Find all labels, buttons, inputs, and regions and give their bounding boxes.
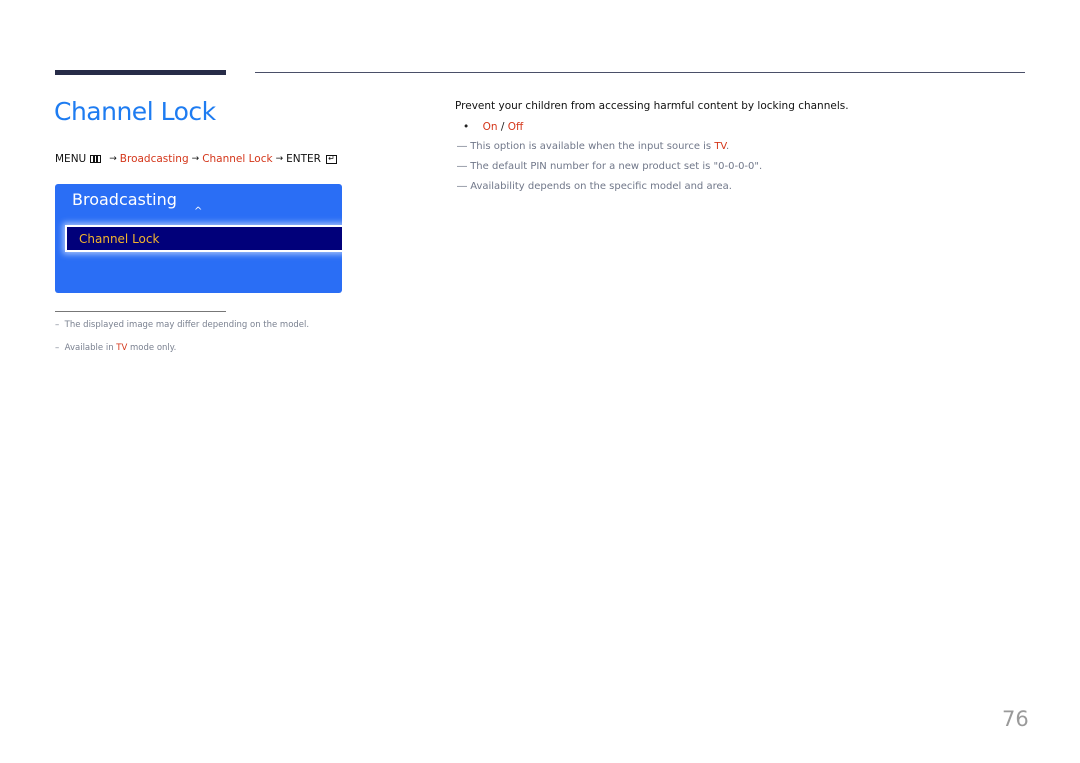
arrow-icon: →: [275, 154, 284, 164]
menu-step-channel-lock: Channel Lock: [202, 153, 273, 165]
osd-title: Broadcasting: [72, 190, 177, 209]
note-text: The default PIN number for a new product…: [470, 161, 763, 172]
footnote-tv-mode: – Available in TV mode only.: [55, 343, 176, 353]
menu-label: MENU: [55, 153, 87, 165]
page-number: 76: [1002, 707, 1029, 731]
menu-icon: [90, 155, 102, 163]
osd-item-label: Channel Lock: [79, 231, 160, 246]
chevron-up-icon[interactable]: ^: [194, 206, 202, 217]
page-title: Channel Lock: [54, 97, 216, 126]
footnote-text: The displayed image may differ depending…: [64, 320, 310, 330]
footnote-divider: [55, 311, 226, 312]
dash-icon: ―: [457, 161, 467, 172]
dash-icon: –: [55, 343, 60, 353]
footnote-text: Available in: [64, 343, 117, 353]
option-off: Off: [507, 121, 524, 133]
note-availability: ― Availability depends on the specific m…: [457, 181, 732, 192]
note-text: This option is available when the input …: [470, 141, 715, 152]
enter-label: ENTER: [286, 153, 321, 165]
menu-step-broadcasting: Broadcasting: [119, 153, 189, 165]
enter-icon: ↵: [325, 154, 337, 164]
dash-icon: ―: [457, 181, 467, 192]
note-default-pin: ― The default PIN number for a new produ…: [457, 161, 762, 172]
note-highlight: TV: [714, 141, 726, 152]
osd-item-channel-lock[interactable]: Channel Lock: [65, 225, 344, 252]
footnote-image-differs: – The displayed image may differ dependi…: [55, 320, 309, 330]
dash-icon: ―: [457, 141, 467, 152]
menu-path: MENU → Broadcasting → Channel Lock → ENT…: [55, 153, 337, 165]
arrow-icon: →: [191, 154, 200, 164]
footnote-text: mode only.: [127, 343, 177, 353]
bullet-icon: •: [463, 121, 470, 133]
option-list-item: • On / Off: [463, 121, 523, 133]
header-rule-thick: [55, 70, 226, 75]
note-text: .: [726, 141, 730, 152]
option-on: On: [482, 121, 498, 133]
header-rule-thin: [255, 72, 1025, 73]
note-text: Availability depends on the specific mod…: [470, 181, 732, 192]
dash-icon: –: [55, 320, 60, 330]
description: Prevent your children from accessing har…: [455, 100, 849, 112]
arrow-icon: →: [109, 154, 117, 164]
option-separator: /: [497, 121, 508, 133]
note-input-source: ― This option is available when the inpu…: [457, 141, 729, 152]
footnote-highlight: TV: [116, 343, 128, 353]
osd-menu-panel: Broadcasting ^ Channel Lock: [55, 184, 344, 293]
